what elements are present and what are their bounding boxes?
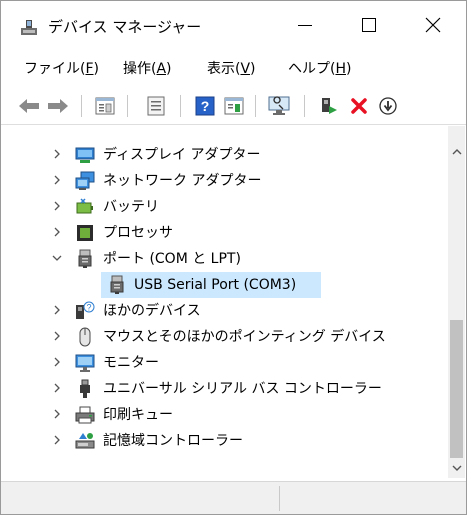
close-button[interactable]: [410, 1, 456, 49]
tree-item-usb-controllers[interactable]: ユニバーサル シリアル バス コントローラー: [1, 376, 448, 402]
window-title: デバイス マネージャー: [48, 18, 202, 36]
tree-item-label: 記憶域コントローラー: [103, 433, 243, 449]
minimize-button[interactable]: [282, 1, 328, 49]
show-hide-tree-button[interactable]: [94, 95, 116, 117]
scroll-down-button[interactable]: [448, 459, 465, 476]
status-divider: [279, 486, 280, 511]
tree-item-label: 印刷キュー: [103, 407, 173, 423]
unknown-device-icon: ?: [76, 301, 95, 319]
tree-item-label: モニター: [103, 355, 159, 371]
maximize-button[interactable]: [346, 1, 392, 49]
enable-device-icon: [322, 98, 337, 114]
monitor-scan-icon: [268, 96, 290, 115]
menu-view[interactable]: 表示(V): [207, 59, 256, 79]
minimize-icon: [298, 24, 312, 26]
chevron-down-icon: [452, 465, 461, 471]
help-icon: ?: [195, 96, 215, 116]
device-tree[interactable]: ディスプレイ アダプター ネットワーク アダプター バッテリ プロセッサ ポート…: [1, 126, 448, 478]
svg-text:?: ?: [86, 303, 91, 313]
title-bar[interactable]: デバイス マネージャー: [1, 1, 466, 49]
tree-item-ports[interactable]: ポート (COM と LPT): [1, 246, 448, 272]
monitor-icon: [75, 354, 95, 372]
back-arrow-icon: [19, 99, 39, 113]
printer-icon: [75, 406, 95, 424]
print-icon: [147, 96, 165, 116]
chevron-right-icon[interactable]: [51, 356, 63, 368]
menu-file[interactable]: ファイル(F): [24, 59, 99, 79]
chevron-right-icon[interactable]: [51, 434, 63, 446]
close-icon: [425, 17, 441, 33]
menu-action[interactable]: 操作(A): [123, 59, 172, 79]
device-manager-window: デバイス マネージャー ファイル(F) 操作(A) 表示(V) ヘルプ(H) ?…: [0, 0, 467, 515]
tree-item-label: プロセッサ: [103, 225, 173, 241]
processor-icon: [77, 225, 93, 241]
toolbar-separator: [127, 95, 128, 117]
device-manager-app-icon: [19, 19, 39, 37]
network-adapter-icon: [75, 171, 95, 190]
menu-help[interactable]: ヘルプ(H): [288, 59, 351, 79]
help-button[interactable]: ?: [194, 95, 216, 117]
scroll-up-button[interactable]: [448, 143, 465, 160]
tree-item-processors[interactable]: プロセッサ: [1, 220, 448, 246]
chevron-right-icon[interactable]: [51, 382, 63, 394]
tree-item-display-adapters[interactable]: ディスプレイ アダプター: [1, 142, 448, 168]
forward-button[interactable]: [47, 95, 69, 117]
tree-item-usb-serial-port[interactable]: USB Serial Port (COM3): [1, 272, 448, 298]
status-bar: [1, 481, 466, 514]
battery-icon: [76, 198, 93, 214]
tree-item-monitors[interactable]: モニター: [1, 350, 448, 376]
properties-icon: [95, 97, 115, 115]
tree-item-other-devices[interactable]: ? ほかのデバイス: [1, 298, 448, 324]
tree-item-label: ポート (COM と LPT): [103, 251, 241, 267]
tree-item-label: マウスとそのほかのポインティング デバイス: [103, 329, 386, 345]
chevron-right-icon[interactable]: [51, 330, 63, 342]
mouse-icon: [79, 327, 91, 347]
properties-button[interactable]: [145, 95, 167, 117]
vertical-scrollbar[interactable]: [448, 126, 465, 478]
scroll-thumb[interactable]: [450, 320, 463, 458]
display-adapter-icon: [75, 147, 95, 163]
tree-item-label: ディスプレイ アダプター: [103, 147, 261, 163]
enable-device-button[interactable]: [318, 95, 340, 117]
uninstall-device-button[interactable]: [348, 95, 370, 117]
chevron-right-icon[interactable]: [51, 226, 63, 238]
chevron-down-icon[interactable]: [51, 252, 63, 264]
port-icon: [110, 275, 124, 294]
port-icon: [78, 249, 92, 268]
toolbar-separator: [304, 95, 305, 117]
forward-arrow-icon: [48, 99, 68, 113]
tree-item-network-adapters[interactable]: ネットワーク アダプター: [1, 168, 448, 194]
update-driver-button[interactable]: [223, 95, 245, 117]
chevron-right-icon[interactable]: [51, 304, 63, 316]
tree-item-label: バッテリ: [103, 199, 159, 215]
menu-bar: ファイル(F) 操作(A) 表示(V) ヘルプ(H): [1, 57, 466, 81]
chevron-right-icon[interactable]: [51, 174, 63, 186]
tree-item-storage-controllers[interactable]: 記憶域コントローラー: [1, 428, 448, 454]
chevron-right-icon[interactable]: [51, 408, 63, 420]
tree-item-batteries[interactable]: バッテリ: [1, 194, 448, 220]
tree-item-label: ネットワーク アダプター: [103, 173, 262, 189]
disable-device-button[interactable]: [377, 95, 399, 117]
toolbar-separator: [255, 95, 256, 117]
tree-item-label: ユニバーサル シリアル バス コントローラー: [103, 381, 382, 397]
toolbar-separator: [81, 95, 82, 117]
usb-icon: [80, 379, 90, 398]
toolbar-separator: [180, 95, 181, 117]
tree-item-label: ほかのデバイス: [103, 303, 201, 319]
scan-hardware-button[interactable]: [268, 95, 290, 117]
toolbar: ?: [1, 85, 466, 125]
storage-controller-icon: [75, 433, 95, 449]
tree-item-print-queues[interactable]: 印刷キュー: [1, 402, 448, 428]
tree-item-label: USB Serial Port (COM3): [134, 277, 297, 293]
chevron-right-icon[interactable]: [51, 148, 63, 160]
svg-text:?: ?: [201, 98, 210, 114]
disable-device-icon: [379, 97, 397, 115]
update-driver-icon: [224, 97, 244, 115]
chevron-up-icon: [452, 148, 461, 154]
chevron-right-icon[interactable]: [51, 200, 63, 212]
back-button[interactable]: [18, 95, 40, 117]
maximize-icon: [362, 18, 376, 32]
uninstall-icon: [351, 98, 367, 114]
tree-item-mice[interactable]: マウスとそのほかのポインティング デバイス: [1, 324, 448, 350]
